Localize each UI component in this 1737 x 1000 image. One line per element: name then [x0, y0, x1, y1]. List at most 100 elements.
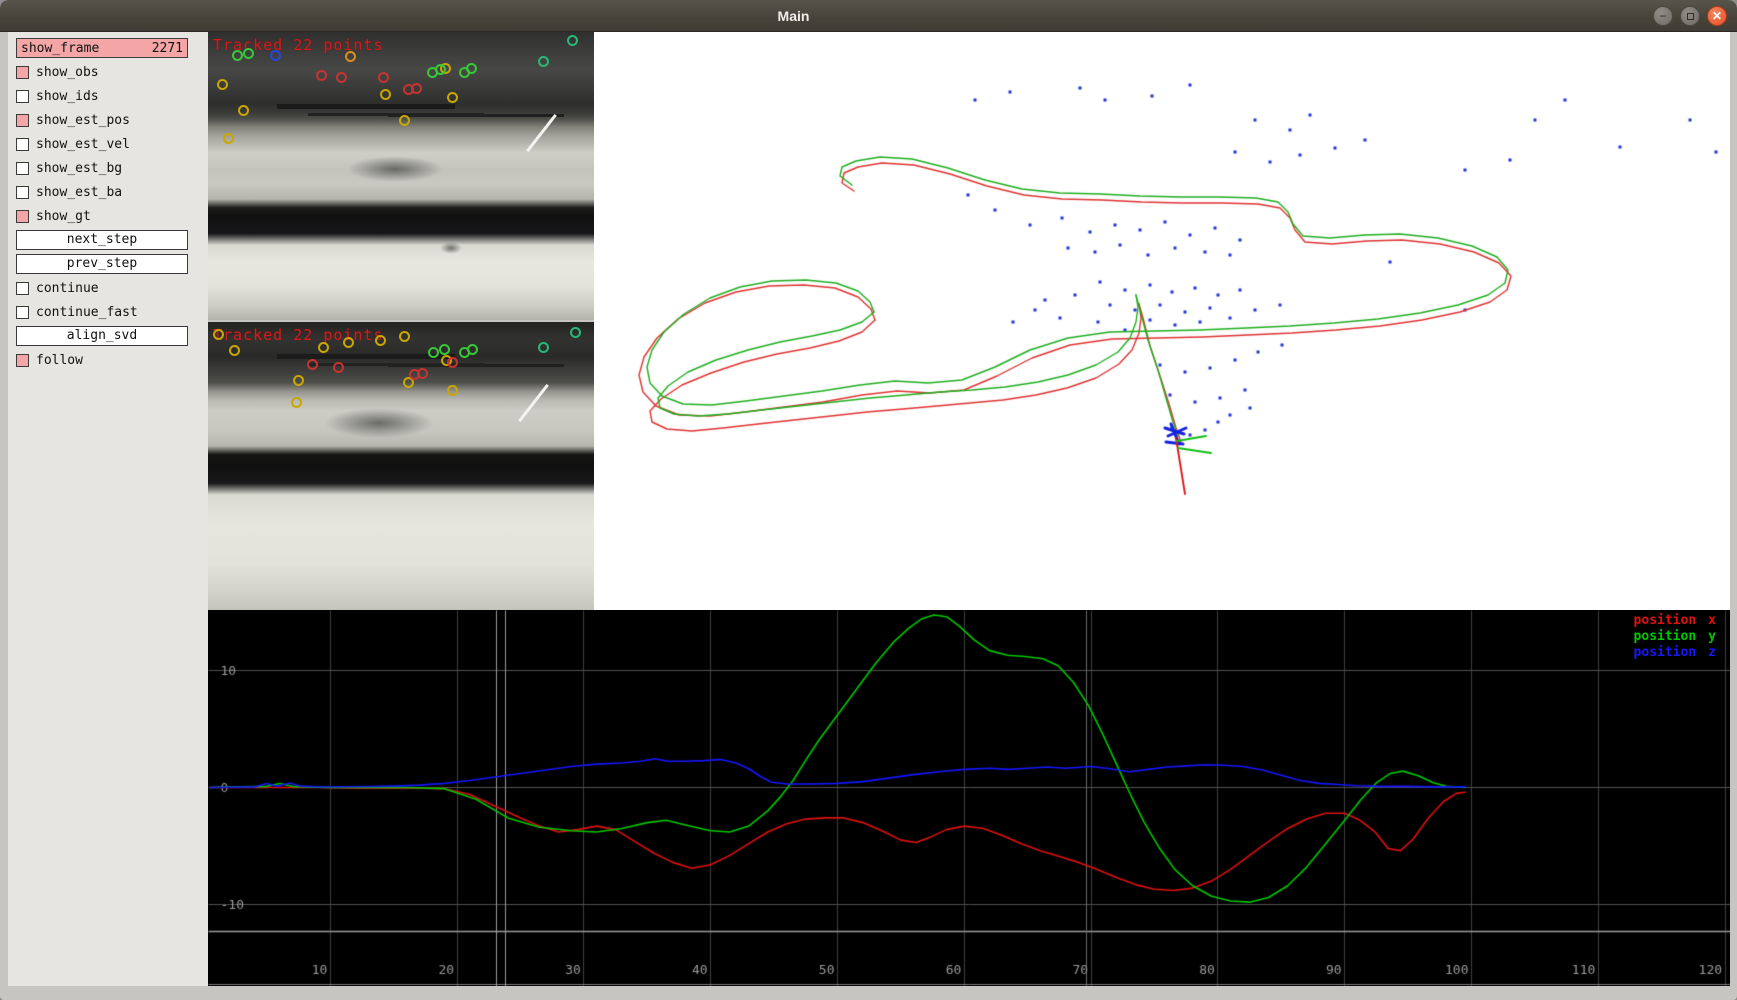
- checkbox-box[interactable]: [16, 306, 29, 319]
- checkbox-continue[interactable]: continue: [16, 278, 188, 298]
- tracked-feature-circle: [336, 72, 347, 83]
- tracked-feature-circle: [417, 368, 428, 379]
- checkbox-box[interactable]: [16, 354, 29, 367]
- tracked-feature-circle: [428, 347, 439, 358]
- legend-axis-letter: z: [1708, 645, 1716, 660]
- checkbox-label: continue: [36, 281, 99, 296]
- floor-smudge: [347, 156, 443, 182]
- tracked-feature-circle: [411, 83, 422, 94]
- checkbox-box[interactable]: [16, 186, 29, 199]
- tracked-feature-circle: [291, 397, 302, 408]
- tracked-feature-circle: [447, 92, 458, 103]
- checkbox-follow[interactable]: follow: [16, 350, 188, 370]
- tracked-feature-circle: [399, 115, 410, 126]
- next_step-button[interactable]: next_step: [16, 230, 188, 250]
- checkbox-show_est_pos[interactable]: show_est_pos: [16, 110, 188, 130]
- legend-axis-letter: y: [1708, 629, 1716, 644]
- legend-entry-x[interactable]: position x: [1634, 613, 1716, 628]
- checkbox-box[interactable]: [16, 138, 29, 151]
- checkbox-label: show_est_vel: [36, 137, 130, 152]
- tracked-feature-circle: [316, 70, 327, 81]
- maximize-button[interactable]: [1680, 6, 1700, 26]
- tracked-feature-circle: [439, 344, 450, 355]
- checkbox-label: show_obs: [36, 65, 99, 80]
- plot-legend: position x position ypositionz: [1634, 613, 1716, 660]
- floor-smudge: [324, 408, 434, 438]
- tracked-feature-circle: [333, 362, 344, 373]
- legend-label: position: [1634, 629, 1697, 644]
- tracked-feature-circle: [467, 344, 478, 355]
- legend-label: position: [1634, 613, 1697, 628]
- tracked-feature-circle: [380, 89, 391, 100]
- tracked-points-label: Tracked 22 points: [213, 326, 384, 344]
- main-window: Main − ✕ show_frame2271show_obsshow_idss…: [0, 0, 1737, 1000]
- checkbox-box[interactable]: [16, 210, 29, 223]
- minimize-button[interactable]: −: [1653, 6, 1673, 26]
- tracked-feature-circle: [345, 51, 356, 62]
- tracked-feature-circle: [213, 329, 224, 340]
- tracked-feature-circle: [570, 327, 581, 338]
- tracked-feature-circle: [217, 79, 228, 90]
- button-label: align_svd: [67, 328, 137, 343]
- tracked-feature-circle: [538, 342, 549, 353]
- tracked-feature-circle: [466, 63, 477, 74]
- floor-dot: [440, 242, 462, 254]
- position-plot-canvas: [208, 610, 1730, 986]
- tracked-feature-circle: [232, 50, 243, 61]
- checkbox-box[interactable]: [16, 162, 29, 175]
- tracked-feature-circle: [447, 357, 458, 368]
- light-streak: [526, 114, 557, 152]
- slider-show_frame[interactable]: show_frame 2271: [16, 38, 188, 58]
- trajectory-canvas: [594, 32, 1730, 610]
- tracked-feature-circle: [243, 48, 254, 59]
- legend-entry-y[interactable]: position y: [1634, 629, 1716, 644]
- tracked-feature-circle: [567, 35, 578, 46]
- checkbox-box[interactable]: [16, 90, 29, 103]
- camera-view-1[interactable]: Tracked 22 points: [208, 322, 594, 610]
- window-title: Main: [0, 0, 1587, 32]
- checkbox-box[interactable]: [16, 114, 29, 127]
- close-icon: ✕: [1712, 10, 1722, 22]
- position-plot-view[interactable]: position x position ypositionz: [208, 610, 1730, 986]
- window-controls: − ✕: [1653, 6, 1727, 26]
- trajectory-map-view[interactable]: [594, 32, 1730, 610]
- tracked-feature-circle: [229, 345, 240, 356]
- checkbox-label: show_est_pos: [36, 113, 130, 128]
- slider-value: 2271: [152, 41, 183, 56]
- checkbox-label: show_est_ba: [36, 185, 122, 200]
- button-label: prev_step: [67, 256, 137, 271]
- checkbox-box[interactable]: [16, 282, 29, 295]
- checkbox-show_ids[interactable]: show_ids: [16, 86, 188, 106]
- close-button[interactable]: ✕: [1707, 6, 1727, 26]
- tracked-feature-circle: [399, 331, 410, 342]
- control-sidebar: show_frame 2271 show_obs show_ids show_est_p…: [8, 32, 208, 986]
- tracked-feature-circle: [270, 50, 281, 61]
- button-label: next_step: [67, 232, 137, 247]
- sidebar-widget-list: show_frame 2271 show_obs show_ids show_est_p…: [16, 38, 208, 370]
- checkbox-show_est_bg[interactable]: show_est_bg: [16, 158, 188, 178]
- tracked-feature-circle: [318, 342, 329, 353]
- align_svd-button[interactable]: align_svd: [16, 326, 188, 346]
- checkbox-label: show_gt: [36, 209, 91, 224]
- legend-axis-letter: x: [1708, 613, 1716, 628]
- checkbox-box[interactable]: [16, 66, 29, 79]
- slider-label: show_frame: [21, 41, 99, 56]
- tracked-feature-circle: [223, 133, 234, 144]
- checkbox-show_est_ba[interactable]: show_est_ba: [16, 182, 188, 202]
- prev_step-button[interactable]: prev_step: [16, 254, 188, 274]
- pipe-structure: [277, 104, 455, 109]
- minimize-icon: −: [1659, 10, 1666, 22]
- tracked-feature-circle: [343, 337, 354, 348]
- camera-view-0[interactable]: Tracked 22 points: [208, 32, 594, 320]
- checkbox-label: show_ids: [36, 89, 99, 104]
- checkbox-show_est_vel[interactable]: show_est_vel: [16, 134, 188, 154]
- checkbox-show_gt[interactable]: show_gt: [16, 206, 188, 226]
- tracked-feature-circle: [447, 385, 458, 396]
- checkbox-label: follow: [36, 353, 83, 368]
- legend-entry-z[interactable]: positionz: [1634, 645, 1716, 660]
- title-bar[interactable]: Main − ✕: [0, 0, 1737, 32]
- checkbox-label: continue_fast: [36, 305, 138, 320]
- checkbox-continue_fast[interactable]: continue_fast: [16, 302, 188, 322]
- checkbox-label: show_est_bg: [36, 161, 122, 176]
- checkbox-show_obs[interactable]: show_obs: [16, 62, 188, 82]
